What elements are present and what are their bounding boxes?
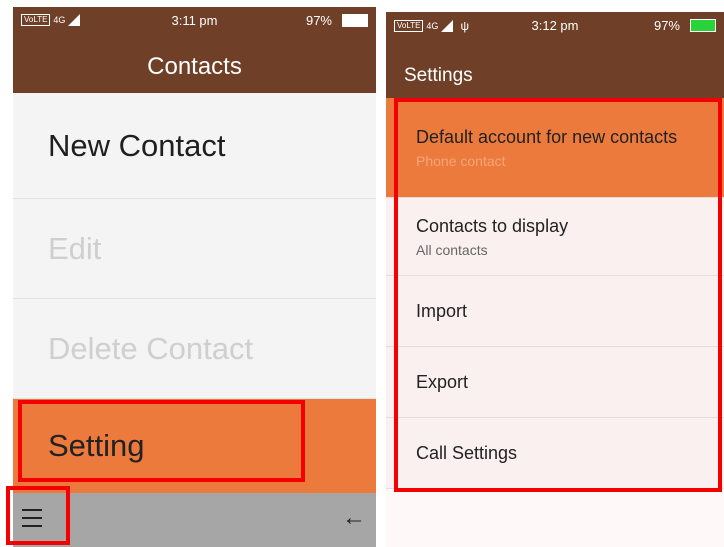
menu-item-setting[interactable]: Setting	[13, 399, 376, 493]
battery-percent: 97%	[653, 18, 680, 33]
setting-import[interactable]: Import	[386, 276, 724, 347]
setting-value: Phone contact	[416, 152, 506, 169]
options-menu: New Contact Edit Delete Contact Setting	[13, 93, 376, 493]
status-bar: VoLTE 4G 3:11 pm 97%	[13, 7, 376, 35]
setting-default-account[interactable]: Default account for new contacts Phone c…	[386, 98, 724, 198]
battery-charging-icon	[690, 19, 716, 32]
header-bar: VoLTE 4G 3:11 pm 97% Contacts	[13, 7, 376, 93]
contacts-screen: VoLTE 4G 3:11 pm 97% Contacts New Contac…	[13, 7, 376, 547]
setting-call-settings[interactable]: Call Settings	[386, 418, 724, 489]
setting-label: Contacts to display	[416, 215, 569, 236]
setting-value: All contacts	[416, 241, 488, 258]
battery-percent: 97%	[305, 13, 332, 28]
back-arrow-icon[interactable]: ←	[342, 504, 366, 532]
settings-list: Default account for new contacts Phone c…	[386, 98, 724, 489]
setting-label: Default account for new contacts	[416, 126, 678, 147]
menu-item-new-contact[interactable]: New Contact	[13, 93, 376, 199]
hamburger-menu-icon[interactable]	[22, 509, 42, 527]
setting-export[interactable]: Export	[386, 347, 724, 418]
menu-item-delete-contact[interactable]: Delete Contact	[13, 299, 376, 399]
setting-contacts-to-display[interactable]: Contacts to display All contacts	[386, 198, 724, 276]
page-title: Contacts	[147, 53, 242, 80]
page-title: Settings	[404, 65, 473, 86]
menu-item-edit[interactable]: Edit	[13, 199, 376, 299]
battery-icon	[342, 14, 368, 27]
status-bar: VoLTE 4G ψ 3:12 pm 97%	[386, 12, 724, 40]
battery-indicator: 97%	[306, 13, 368, 28]
settings-screen: VoLTE 4G ψ 3:12 pm 97% Settings Default …	[386, 12, 724, 547]
battery-indicator: 97%	[654, 18, 716, 33]
header-bar: VoLTE 4G ψ 3:12 pm 97% Settings	[386, 12, 724, 98]
softkey-bar: ←	[13, 493, 376, 547]
